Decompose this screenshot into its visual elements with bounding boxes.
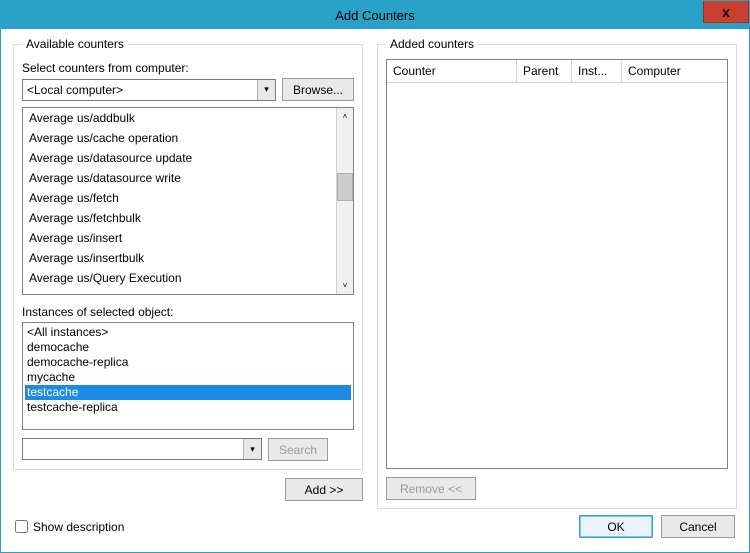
computer-combo[interactable]: ▾ xyxy=(22,79,276,101)
scroll-thumb[interactable] xyxy=(337,173,353,201)
dialog-footer: Show description OK Cancel xyxy=(1,515,749,548)
table-header: Counter Parent Inst... Computer xyxy=(387,60,727,83)
col-counter[interactable]: Counter xyxy=(387,60,517,82)
show-description-checkbox[interactable]: Show description xyxy=(15,520,124,534)
added-counters-legend: Added counters xyxy=(386,37,478,51)
added-counters-column: Added counters Counter Parent Inst... Co… xyxy=(377,37,737,509)
scrollbar[interactable]: ˄ ˅ xyxy=(336,108,353,294)
scroll-up-icon[interactable]: ˄ xyxy=(337,108,353,125)
list-item[interactable]: mycache xyxy=(25,370,351,385)
available-counters-legend: Available counters xyxy=(22,37,128,51)
available-counters-column: Available counters Select counters from … xyxy=(13,37,363,509)
table-body xyxy=(387,83,727,468)
list-item[interactable]: Average us/fetchbulk xyxy=(23,208,336,228)
counters-listbox[interactable]: Average us/addbulkAverage us/cache opera… xyxy=(22,107,354,295)
ok-button[interactable]: OK xyxy=(579,515,653,538)
col-inst[interactable]: Inst... xyxy=(572,60,622,82)
list-item[interactable]: testcache xyxy=(25,385,351,400)
chevron-down-icon[interactable]: ▾ xyxy=(257,80,275,100)
list-item[interactable]: democache xyxy=(25,340,351,355)
list-item[interactable]: testcache-replica xyxy=(25,400,351,415)
scroll-down-icon[interactable]: ˅ xyxy=(337,277,353,294)
list-item[interactable]: Average us/cache operation xyxy=(23,128,336,148)
close-button[interactable]: x xyxy=(703,1,749,23)
window-title: Add Counters xyxy=(1,8,749,23)
available-counters-group: Available counters Select counters from … xyxy=(13,37,363,470)
col-computer[interactable]: Computer xyxy=(622,60,727,82)
list-item[interactable]: Average us/insert xyxy=(23,228,336,248)
list-item[interactable]: Average us/Query Execution xyxy=(23,268,336,288)
added-counters-group: Added counters Counter Parent Inst... Co… xyxy=(377,37,737,509)
search-input[interactable] xyxy=(22,438,262,460)
chevron-down-icon[interactable]: ▾ xyxy=(243,439,261,459)
search-combo[interactable]: ▾ xyxy=(22,438,262,461)
computer-input[interactable] xyxy=(22,79,276,101)
title-bar: Add Counters x xyxy=(1,1,749,29)
close-icon: x xyxy=(722,4,730,20)
col-parent[interactable]: Parent xyxy=(517,60,572,82)
list-item[interactable]: <All instances> xyxy=(25,325,351,340)
select-computer-label: Select counters from computer: xyxy=(22,61,354,75)
dialog-content: Available counters Select counters from … xyxy=(1,29,749,515)
cancel-button[interactable]: Cancel xyxy=(661,515,735,538)
search-button[interactable]: Search xyxy=(268,438,328,461)
add-button[interactable]: Add >> xyxy=(285,478,363,501)
remove-button[interactable]: Remove << xyxy=(386,477,476,500)
added-counters-table: Counter Parent Inst... Computer xyxy=(386,59,728,469)
show-description-label: Show description xyxy=(33,520,124,534)
instances-label: Instances of selected object: xyxy=(22,305,354,319)
list-item[interactable]: Average us/datasource write xyxy=(23,168,336,188)
list-item[interactable]: Average us/fetch xyxy=(23,188,336,208)
list-item[interactable]: Average us/addbulk xyxy=(23,108,336,128)
list-item[interactable]: Average us/datasource update xyxy=(23,148,336,168)
list-item[interactable]: Average us/insertbulk xyxy=(23,248,336,268)
browse-button[interactable]: Browse... xyxy=(282,78,354,101)
instances-listbox[interactable]: <All instances>democachedemocache-replic… xyxy=(22,322,354,430)
list-item[interactable]: democache-replica xyxy=(25,355,351,370)
show-description-input[interactable] xyxy=(15,520,28,533)
